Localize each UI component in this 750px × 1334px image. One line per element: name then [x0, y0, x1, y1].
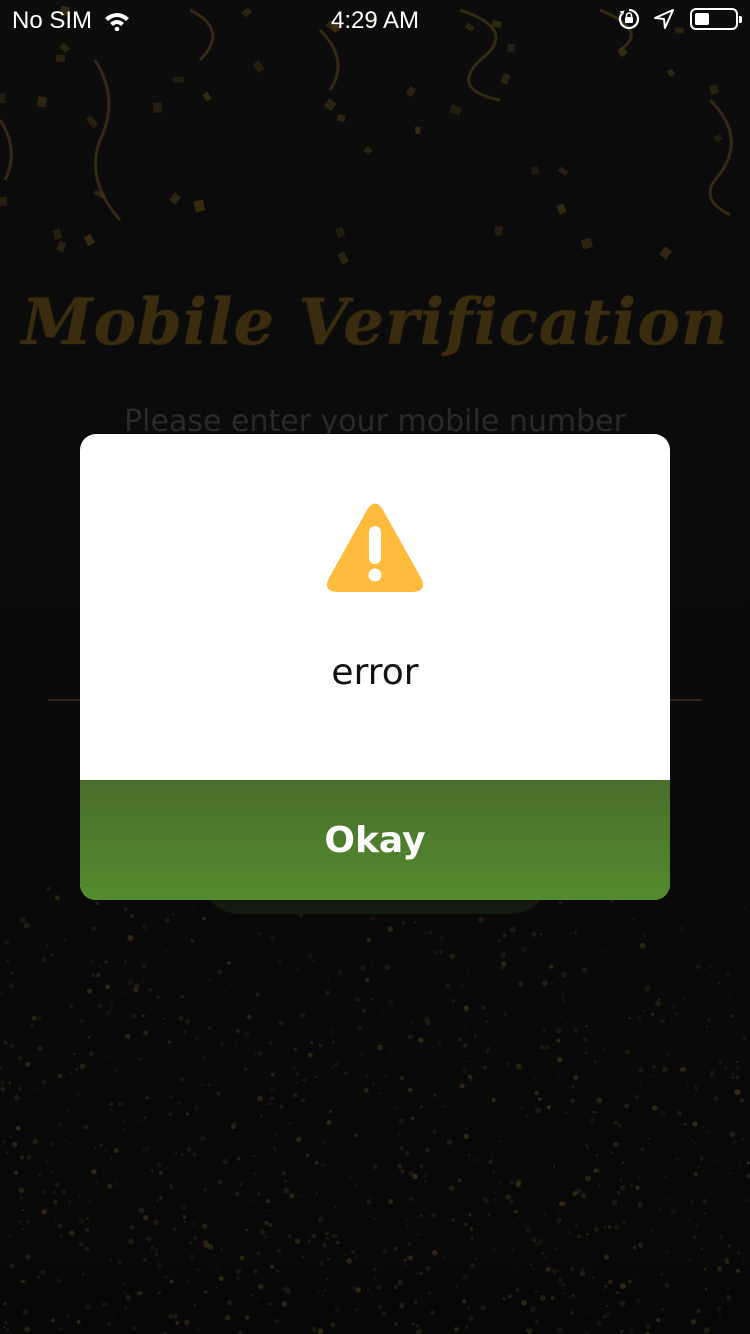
- status-bar: No SIM 4:29 AM: [0, 0, 750, 42]
- error-dialog: error Okay: [80, 434, 670, 900]
- battery-icon: [690, 8, 742, 30]
- orientation-lock-icon: [618, 8, 640, 30]
- warning-icon: [326, 503, 424, 592]
- location-icon: [654, 9, 674, 29]
- dialog-message: error: [331, 652, 419, 693]
- status-icons: [604, 8, 742, 30]
- okay-button[interactable]: Okay: [80, 780, 670, 900]
